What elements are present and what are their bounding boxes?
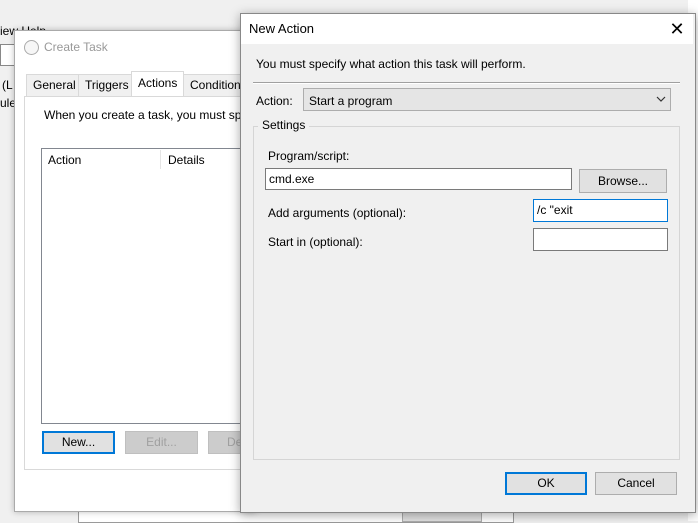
- column-header-action[interactable]: Action: [48, 153, 81, 167]
- arguments-input[interactable]: /c "exit: [533, 199, 668, 222]
- actions-description: When you create a task, you must spe: [44, 108, 244, 122]
- cancel-button[interactable]: Cancel: [595, 472, 677, 495]
- arguments-label: Add arguments (optional):: [268, 206, 407, 220]
- program-script-label: Program/script:: [268, 149, 350, 163]
- browse-button[interactable]: Browse...: [579, 169, 667, 193]
- create-task-title: Create Task: [44, 40, 108, 54]
- tab-actions[interactable]: Actions: [131, 71, 185, 97]
- instruction-text: You must specify what action this task w…: [256, 57, 526, 71]
- program-script-input[interactable]: cmd.exe: [265, 168, 572, 190]
- clock-icon: [24, 40, 39, 55]
- settings-legend: Settings: [258, 118, 310, 132]
- tab-general[interactable]: General: [26, 74, 83, 96]
- column-header-details[interactable]: Details: [168, 153, 205, 167]
- left-fragment-1: (L: [2, 78, 13, 92]
- new-action-button[interactable]: New...: [42, 431, 115, 454]
- action-label: Action:: [256, 94, 293, 108]
- actions-list[interactable]: [41, 148, 251, 424]
- edit-action-button[interactable]: Edit...: [125, 431, 198, 454]
- divider-highlight: [253, 83, 680, 84]
- ok-button[interactable]: OK: [505, 472, 587, 495]
- column-separator[interactable]: [160, 150, 161, 169]
- close-icon[interactable]: ✕: [666, 18, 688, 40]
- start-in-label: Start in (optional):: [268, 235, 363, 249]
- chevron-down-icon[interactable]: [654, 92, 668, 106]
- start-in-input[interactable]: [533, 228, 668, 251]
- tab-conditions[interactable]: Condition: [183, 74, 248, 96]
- action-dropdown-value[interactable]: Start a program: [309, 94, 392, 108]
- dialog-title: New Action: [249, 21, 315, 36]
- tab-triggers[interactable]: Triggers: [78, 74, 136, 96]
